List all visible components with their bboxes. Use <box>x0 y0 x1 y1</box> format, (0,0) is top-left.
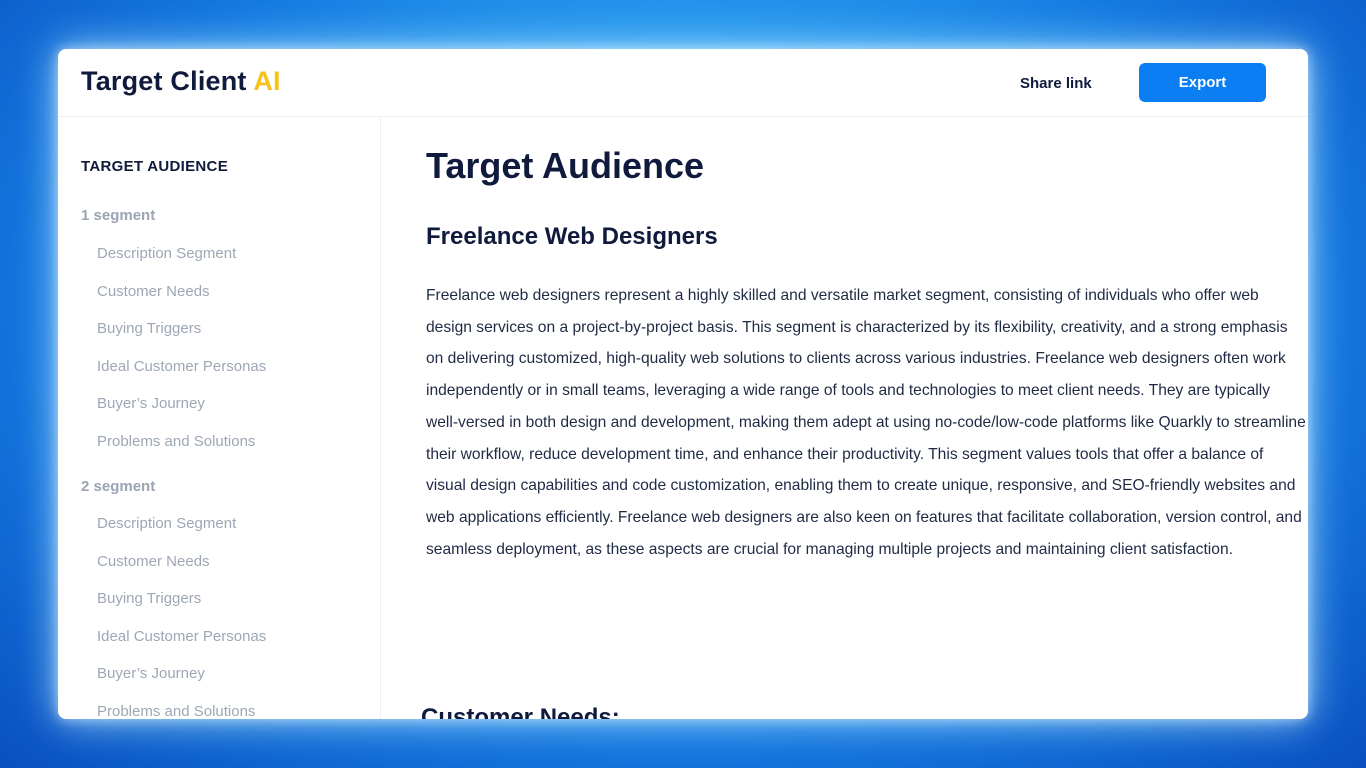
sidebar: TARGET AUDIENCE 1 segment Description Se… <box>58 117 381 719</box>
sidebar-title: TARGET AUDIENCE <box>81 158 228 175</box>
sidebar-item-ideal-customer-personas[interactable]: Ideal Customer Personas <box>97 358 266 375</box>
brand-ai-badge: AI <box>253 66 281 96</box>
section-title: Freelance Web Designers <box>426 223 718 250</box>
sidebar-item-problems-and-solutions[interactable]: Problems and Solutions <box>97 703 255 719</box>
brand-name: Target Client <box>81 66 247 96</box>
sidebar-item-buyers-journey[interactable]: Buyer’s Journey <box>97 395 205 412</box>
segment-heading-2[interactable]: 2 segment <box>81 478 155 495</box>
customer-needs-heading: Customer Needs: <box>421 704 620 719</box>
segment-description: Freelance web designers represent a high… <box>426 287 1306 558</box>
sidebar-item-customer-needs[interactable]: Customer Needs <box>97 553 210 570</box>
app-window: Target Client AI Share link Export TARGE… <box>58 49 1308 719</box>
sidebar-item-description-segment[interactable]: Description Segment <box>97 245 236 262</box>
sidebar-item-buying-triggers[interactable]: Buying Triggers <box>97 590 201 607</box>
sidebar-item-buyers-journey[interactable]: Buyer’s Journey <box>97 665 205 682</box>
sidebar-item-buying-triggers[interactable]: Buying Triggers <box>97 320 201 337</box>
export-button[interactable]: Export <box>1139 63 1266 102</box>
segment-heading-1[interactable]: 1 segment <box>81 207 155 224</box>
page-title: Target Audience <box>426 145 705 186</box>
sidebar-item-ideal-customer-personas[interactable]: Ideal Customer Personas <box>97 628 266 645</box>
brand-logo[interactable]: Target Client AI <box>81 66 281 97</box>
sidebar-item-description-segment[interactable]: Description Segment <box>97 515 236 532</box>
main-content: Target Audience Freelance Web Designers … <box>382 117 1308 719</box>
sidebar-item-customer-needs[interactable]: Customer Needs <box>97 283 210 300</box>
sidebar-item-problems-and-solutions[interactable]: Problems and Solutions <box>97 433 255 450</box>
share-link-button[interactable]: Share link <box>1020 71 1092 95</box>
top-bar: Target Client AI Share link Export <box>58 49 1308 117</box>
